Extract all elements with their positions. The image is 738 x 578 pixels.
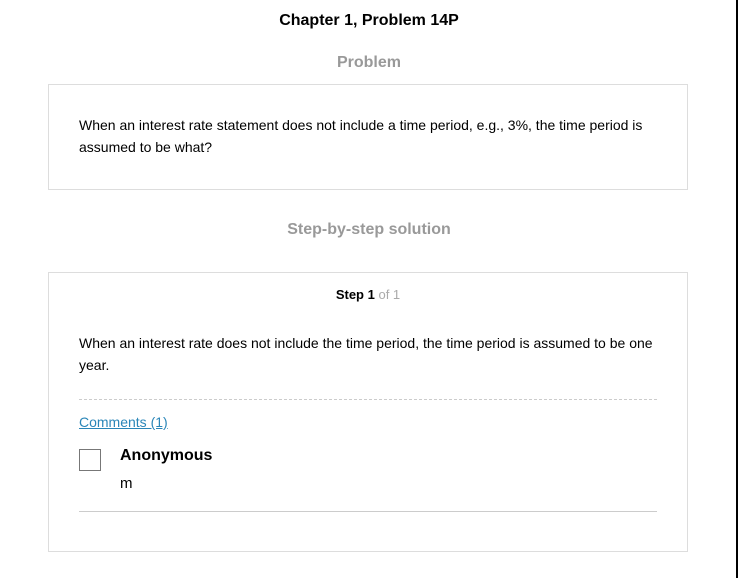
avatar <box>79 449 101 471</box>
page-title: Chapter 1, Problem 14P <box>279 12 459 29</box>
step-of: of 1 <box>378 287 401 302</box>
problem-heading: Problem <box>336 54 401 71</box>
comments-link[interactable]: Comments (1) <box>79 414 168 430</box>
solution-box: Step 1 of 1 When an interest rate does n… <box>48 272 688 552</box>
solution-heading: Step-by-step solution <box>287 221 451 238</box>
step-label: Step 1 <box>335 287 375 302</box>
divider <box>79 399 657 400</box>
comment-text: m <box>120 475 133 492</box>
comment-author: Anonymous <box>120 447 213 464</box>
problem-text: When an interest rate statement does not… <box>79 117 643 155</box>
step-indicator: Step 1 of 1 <box>49 287 687 302</box>
divider <box>79 511 657 512</box>
problem-box: When an interest rate statement does not… <box>48 84 688 190</box>
solution-text: When an interest rate does not include t… <box>79 335 653 373</box>
